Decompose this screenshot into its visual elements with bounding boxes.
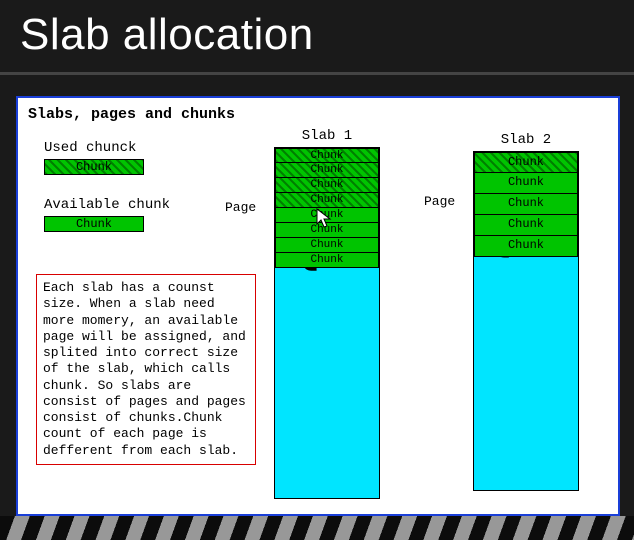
legend-used-label: Used chunck <box>44 140 170 156</box>
chunk: Chunk <box>474 236 578 257</box>
slab-2: Slab 2 { Page Chunk Chunk Chunk Chunk Ch… <box>473 132 579 491</box>
legend: Used chunck Chunk Available chunk Chunk <box>44 140 170 242</box>
slab-2-body: { Page Chunk Chunk Chunk Chunk Chunk <box>473 151 579 491</box>
chunk: Chunk <box>275 163 379 178</box>
legend-avail-box: Chunk <box>44 216 144 232</box>
page-label-2: Page <box>424 194 455 209</box>
chunk: Chunk <box>474 215 578 236</box>
accent-bar <box>0 72 634 75</box>
slab-1: Slab 1 { Page Chunk Chunk Chunk Chunk Ch… <box>274 128 380 499</box>
diagram-heading: Slabs, pages and chunks <box>28 106 608 123</box>
chunk: Chunk <box>474 173 578 194</box>
bottom-stripe-pattern <box>0 516 634 540</box>
chunk: Chunk <box>474 152 578 173</box>
chunk: Chunk <box>474 194 578 215</box>
legend-avail-label: Available chunk <box>44 197 170 213</box>
legend-available: Available chunk Chunk <box>44 197 170 232</box>
chunk: Chunk <box>275 208 379 223</box>
legend-used: Used chunck Chunk <box>44 140 170 175</box>
chunk: Chunk <box>275 148 379 163</box>
page-label-1: Page <box>225 200 256 215</box>
legend-used-box: Chunk <box>44 159 144 175</box>
slide-title: Slab allocation <box>0 0 634 60</box>
chunk: Chunk <box>275 223 379 238</box>
description-box: Each slab has a counst size. When a slab… <box>36 274 256 465</box>
chunk: Chunk <box>275 238 379 253</box>
slab-1-body: { Page Chunk Chunk Chunk Chunk Chunk Chu… <box>274 147 380 499</box>
chunk: Chunk <box>275 193 379 208</box>
chunk: Chunk <box>275 253 379 268</box>
slab-2-chunks: Chunk Chunk Chunk Chunk Chunk <box>474 152 578 257</box>
slab-1-chunks: Chunk Chunk Chunk Chunk Chunk Chunk Chun… <box>275 148 379 268</box>
diagram-panel: Slabs, pages and chunks Used chunck Chun… <box>16 96 620 516</box>
chunk: Chunk <box>275 178 379 193</box>
